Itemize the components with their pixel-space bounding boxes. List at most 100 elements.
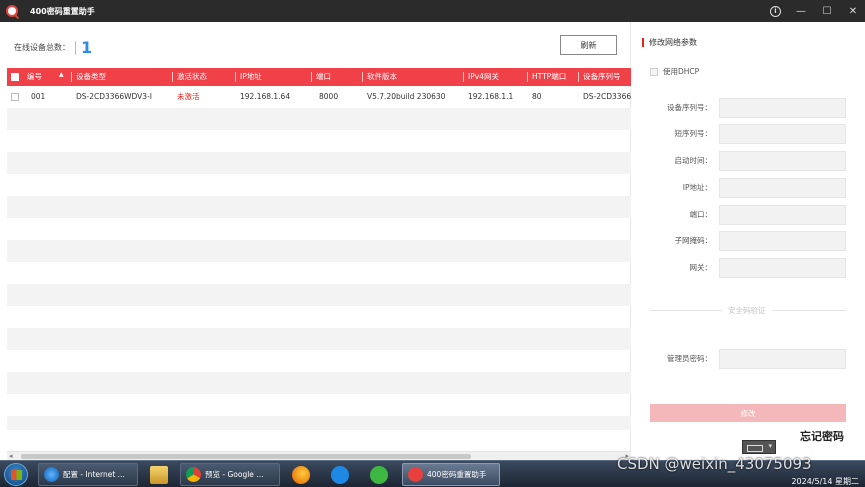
minimize-icon[interactable]: —	[795, 6, 807, 17]
task-internet-config[interactable]: 配置 - Internet ...	[38, 463, 138, 486]
task-label: 预览 - Google ...	[205, 470, 264, 479]
boot-time-input[interactable]	[719, 151, 846, 171]
field-gateway: 网关：	[632, 258, 865, 278]
network-params-panel: 修改网络参数 使用DHCP 设备序列号： 短序列号： 启动时间： IP地址： 端…	[632, 22, 865, 460]
firefox-icon	[292, 465, 310, 484]
column-header-gateway[interactable]: IPv4网关	[463, 72, 526, 82]
task-reset-assistant[interactable]: 400密码重置助手	[402, 463, 500, 486]
empty-row	[7, 306, 631, 328]
cell-ip: 192.168.1.64	[240, 92, 291, 101]
cell-software-version: V5.7.20build 230630	[367, 92, 446, 101]
table-body: 001 DS-2CD3366WDV3-I 未激活 192.168.1.64 80…	[7, 86, 631, 430]
window-title: 400密码重置助手	[30, 6, 95, 16]
empty-row	[7, 394, 631, 416]
online-count-label: 在线设备总数：	[14, 43, 70, 52]
field-label: 网关：	[689, 263, 713, 272]
title-bar: 400密码重置助手 i — ☐ ✕	[0, 0, 865, 22]
column-header-ip[interactable]: IP地址	[235, 72, 310, 82]
dhcp-label: 使用DHCP	[663, 67, 700, 76]
green-app-icon	[370, 465, 388, 484]
field-label: 设备序列号：	[667, 103, 712, 112]
keyboard-icon[interactable]	[742, 440, 776, 454]
pin-k-app[interactable]	[324, 463, 356, 486]
cell-serial: DS-2CD3366W	[583, 92, 631, 101]
pin-explorer[interactable]	[143, 463, 175, 486]
task-label: 400密码重置助手	[427, 470, 487, 479]
column-header-port[interactable]: 端口	[311, 72, 361, 82]
cell-activation-status: 未激活	[177, 92, 200, 101]
summary-divider	[75, 40, 76, 55]
field-admin-password: 管理员密码：	[632, 349, 865, 369]
field-short-serial: 短序列号：	[632, 124, 865, 144]
refresh-button[interactable]: 刷新	[560, 35, 617, 55]
task-label: 配置 - Internet ...	[63, 470, 125, 479]
row-checkbox[interactable]	[11, 93, 19, 101]
field-port: 端口：	[632, 205, 865, 225]
online-count: 1	[81, 38, 93, 57]
column-header-serial[interactable]: 设备序列号	[578, 72, 631, 82]
subnet-input[interactable]	[719, 231, 846, 251]
dhcp-checkbox[interactable]	[650, 67, 658, 76]
close-icon[interactable]: ✕	[847, 6, 859, 17]
panel-title-text: 修改网络参数	[649, 38, 697, 47]
pin-green-app[interactable]	[363, 463, 395, 486]
column-header-device-type[interactable]: 设备类型	[71, 72, 171, 82]
empty-row	[7, 328, 631, 350]
empty-row	[7, 350, 631, 372]
panel-title: 修改网络参数	[642, 37, 697, 48]
port-input[interactable]	[719, 205, 846, 225]
dhcp-option[interactable]: 使用DHCP	[650, 66, 699, 77]
empty-row	[7, 262, 631, 284]
column-header-software[interactable]: 软件版本	[362, 72, 462, 82]
cell-number: 001	[31, 92, 46, 101]
ie-icon	[44, 467, 59, 482]
field-subnet: 子网掩码：	[632, 231, 865, 251]
field-serial: 设备序列号：	[632, 98, 865, 118]
select-all-checkbox[interactable]	[11, 73, 19, 81]
modify-button[interactable]: 修改	[650, 404, 846, 422]
empty-row	[7, 108, 631, 130]
short-serial-input[interactable]	[719, 124, 846, 144]
empty-row	[7, 416, 631, 430]
table-header: 编号 ▲ 设备类型 激活状态 IP地址 端口 软件版本 IPv4网关 HTTP端…	[7, 68, 631, 86]
window-controls: i — ☐ ✕	[770, 0, 859, 22]
empty-row	[7, 174, 631, 196]
maximize-icon[interactable]: ☐	[821, 6, 833, 17]
cell-gateway: 192.168.1.1	[468, 92, 514, 101]
start-button[interactable]	[4, 463, 28, 486]
field-label: 端口：	[689, 210, 713, 219]
k-app-icon	[331, 465, 349, 484]
empty-row	[7, 130, 631, 152]
chrome-icon	[186, 467, 201, 482]
empty-row	[7, 372, 631, 394]
forgot-password-link[interactable]: 忘记密码	[800, 428, 844, 444]
horizontal-scrollbar[interactable]: ◂ ▸	[7, 451, 631, 460]
column-header-activation[interactable]: 激活状态	[172, 72, 234, 82]
device-table: 编号 ▲ 设备类型 激活状态 IP地址 端口 软件版本 IPv4网关 HTTP端…	[7, 68, 631, 430]
cell-port: 8000	[319, 92, 339, 101]
ip-input[interactable]	[719, 178, 846, 198]
empty-row	[7, 240, 631, 262]
info-icon[interactable]: i	[770, 5, 781, 17]
empty-row	[7, 284, 631, 306]
serial-input[interactable]	[719, 98, 846, 118]
device-list-pane: 在线设备总数： 1 刷新 编号 ▲ 设备类型 激活状态 IP地址 端口 软件版本…	[0, 22, 631, 460]
field-boot-time: 启动时间：	[632, 151, 865, 171]
pin-firefox[interactable]	[285, 463, 317, 486]
task-chrome-preview[interactable]: 预览 - Google ...	[180, 463, 280, 486]
tray-date[interactable]: 2024/5/14 星期二	[791, 476, 859, 487]
field-label: 管理员密码：	[667, 354, 712, 363]
folder-icon	[150, 465, 168, 484]
scrollbar-thumb[interactable]	[21, 454, 471, 459]
empty-row	[7, 196, 631, 218]
security-section-label: 安全码验证	[722, 305, 772, 316]
title-accent-bar	[642, 38, 644, 47]
sort-asc-icon[interactable]: ▲	[59, 71, 64, 78]
admin-password-input[interactable]	[719, 349, 846, 369]
table-row[interactable]: 001 DS-2CD3366WDV3-I 未激活 192.168.1.64 80…	[7, 86, 631, 108]
main-window: 在线设备总数： 1 刷新 编号 ▲ 设备类型 激活状态 IP地址 端口 软件版本…	[0, 22, 865, 460]
column-header-http-port[interactable]: HTTP端口	[527, 72, 577, 82]
cell-device-type: DS-2CD3366WDV3-I	[76, 92, 152, 101]
reset-assistant-icon	[408, 467, 423, 482]
gateway-input[interactable]	[719, 258, 846, 278]
